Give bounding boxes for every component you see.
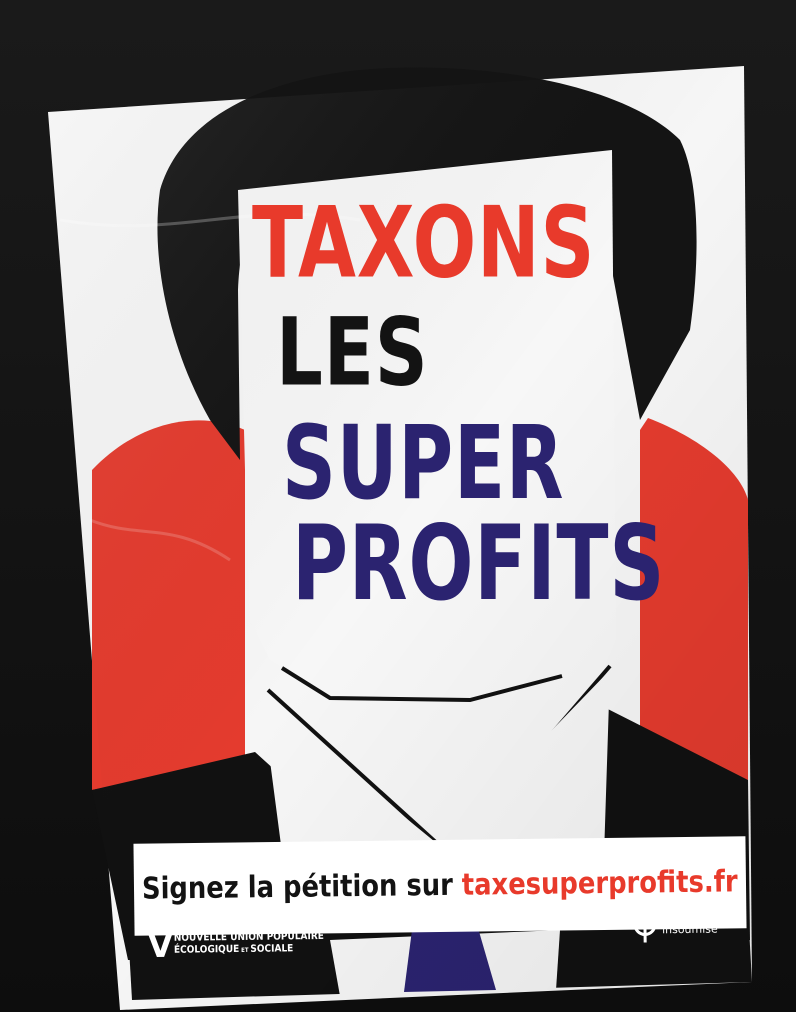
nupes-line-1: NOUVELLE UNION POPULAIRE [173, 930, 324, 944]
nupes-line-2-end: SOCIALE [250, 943, 294, 955]
nupes-line-2-small: ET [239, 946, 251, 954]
nupes-line-2: ÉCOLOGIQUE ET SOCIALE [174, 943, 324, 958]
nupes-text: NOUVELLE UNION POPULAIRE ÉCOLOGIQUE ET S… [174, 931, 324, 958]
nupes-logo: V NOUVELLE UNION POPULAIRE ÉCOLOGIQUE ET… [138, 919, 339, 981]
nupes-v-mark: V [147, 926, 173, 966]
lfi-logo: La France insoumise [628, 905, 739, 950]
lfi-text: La France insoumise [661, 911, 718, 937]
petition-main-text: Signez la pétition sur [141, 867, 463, 907]
lfi-line-2: insoumise [661, 922, 718, 937]
petition-url: taxesuperprofits.fr [461, 864, 738, 903]
nupes-line-2-main: ÉCOLOGIQUE [173, 943, 240, 956]
petition-text: Signez la pétition sur taxesuperprofits.… [142, 864, 738, 906]
photo-scene: TAXONS LES SUPER PROFITS Signez la pétit… [0, 0, 796, 1012]
phi-icon [633, 910, 657, 943]
